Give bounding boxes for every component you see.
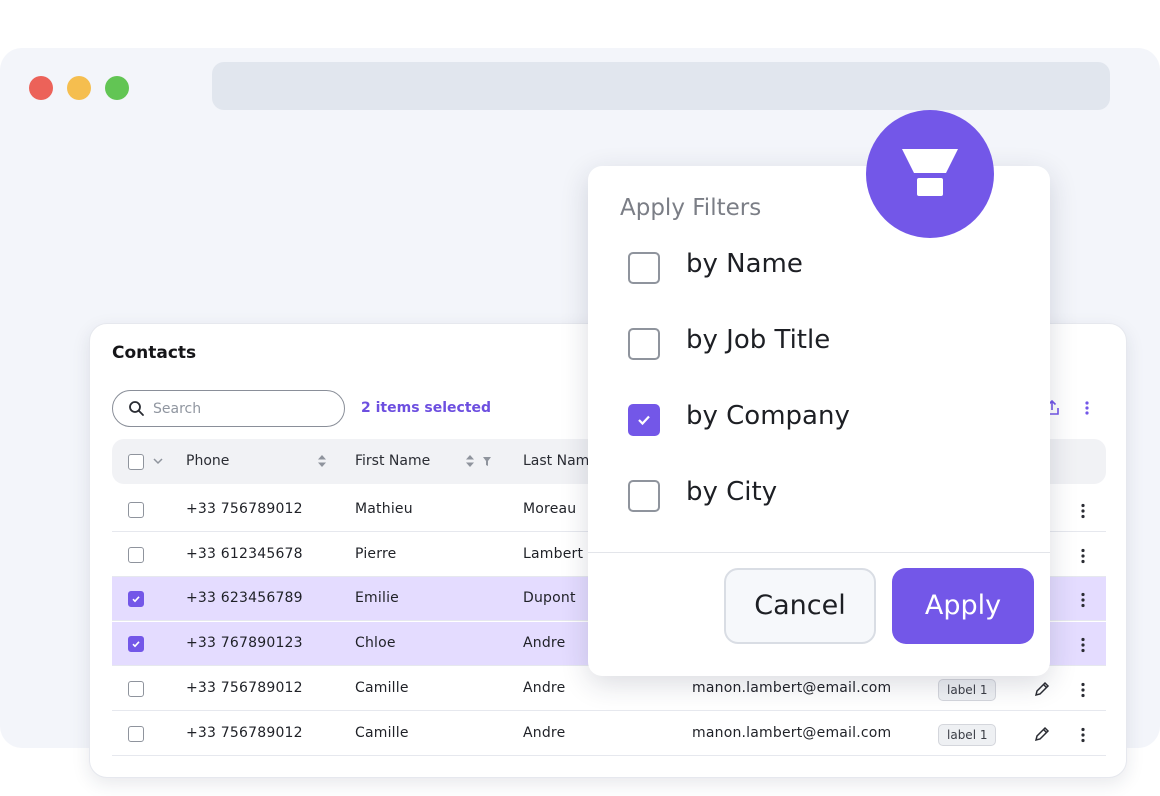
cell-first-name: Mathieu (355, 501, 413, 517)
label-chip: label 1 (938, 723, 997, 746)
filter-checkbox[interactable] (628, 252, 660, 284)
cell-last-name: Lambert (523, 545, 584, 562)
row-checkbox[interactable] (128, 636, 144, 653)
cell-email: manon.lambert@email.com (692, 679, 892, 696)
column-first-name[interactable]: First Name (355, 453, 430, 469)
filter-option[interactable]: by Job Title (628, 322, 1018, 362)
cell-last-name: Dupont (523, 590, 576, 607)
cell-phone: +33 756789012 (186, 501, 303, 517)
cell-email: manon.lambert@email.com (692, 724, 892, 741)
apply-button[interactable]: Apply (892, 568, 1034, 644)
sort-icon[interactable] (317, 454, 327, 468)
search-input[interactable]: Search (112, 390, 345, 427)
selected-count: 2 items selected (361, 400, 492, 416)
cell-last-name: Andre (523, 679, 566, 696)
row-menu-icon[interactable] (1073, 680, 1093, 700)
search-icon (129, 401, 144, 416)
select-all-checkbox[interactable] (128, 454, 144, 470)
cell-phone: +33 767890123 (186, 635, 303, 652)
row-checkbox[interactable] (128, 725, 144, 742)
chevron-down-icon[interactable] (152, 456, 164, 466)
column-phone[interactable]: Phone (186, 453, 229, 469)
row-menu-icon[interactable] (1073, 590, 1093, 610)
cancel-button[interactable]: Cancel (724, 568, 876, 644)
edit-icon[interactable] (1032, 679, 1052, 699)
minimize-window-button[interactable] (67, 76, 91, 100)
filter-option[interactable]: by Company (628, 398, 1018, 438)
row-checkbox[interactable] (128, 680, 144, 697)
label-chip: label 1 (938, 678, 997, 701)
row-menu-icon[interactable] (1073, 635, 1093, 655)
column-filter-icon[interactable] (482, 454, 492, 468)
row-menu-icon[interactable] (1073, 546, 1093, 566)
table-row[interactable]: +33 756789012 Camille Andre manon.lambert@e… (112, 712, 1106, 756)
row-checkbox[interactable] (128, 546, 144, 563)
cell-phone: +33 612345678 (186, 545, 303, 562)
row-checkbox[interactable] (128, 502, 144, 518)
more-options-icon[interactable] (1077, 398, 1097, 418)
sort-icon[interactable] (465, 454, 475, 468)
cell-last-name: Andre (523, 635, 566, 652)
address-bar[interactable] (212, 62, 1110, 110)
row-menu-icon[interactable] (1073, 725, 1093, 745)
filter-funnel-icon (902, 149, 958, 196)
row-menu-icon[interactable] (1073, 501, 1093, 521)
filter-checkbox[interactable] (628, 480, 660, 512)
cell-last-name: Moreau (523, 501, 577, 517)
filter-option-label: by City (686, 477, 778, 507)
filter-option-label: by Name (686, 249, 803, 279)
filter-option[interactable]: by City (628, 474, 1018, 514)
filter-option-label: by Job Title (686, 325, 831, 355)
edit-icon[interactable] (1032, 724, 1052, 744)
cell-phone: +33 623456789 (186, 590, 303, 607)
filter-badge (866, 110, 994, 238)
search-placeholder: Search (153, 401, 202, 417)
column-last-name[interactable]: Last Name (523, 453, 598, 469)
dialog-title: Apply Filters (620, 195, 762, 221)
cell-first-name: Chloe (355, 635, 396, 652)
filter-checkbox[interactable] (628, 328, 660, 360)
row-checkbox[interactable] (128, 591, 144, 608)
cell-first-name: Emilie (355, 590, 399, 607)
filter-option-label: by Company (686, 401, 850, 431)
maximize-window-button[interactable] (105, 76, 129, 100)
cell-first-name: Camille (355, 724, 409, 741)
cell-last-name: Andre (523, 724, 566, 741)
divider (588, 552, 1050, 553)
filter-option[interactable]: by Name (628, 246, 1018, 286)
page-title: Contacts (112, 343, 197, 363)
cell-phone: +33 756789012 (186, 679, 303, 696)
filter-checkbox[interactable] (628, 404, 660, 436)
cell-first-name: Camille (355, 679, 409, 696)
close-window-button[interactable] (29, 76, 53, 100)
filter-dialog: Apply Filters by Name by Job Title by Comp… (588, 166, 1050, 676)
cell-first-name: Pierre (355, 545, 397, 562)
cell-phone: +33 756789012 (186, 724, 303, 741)
